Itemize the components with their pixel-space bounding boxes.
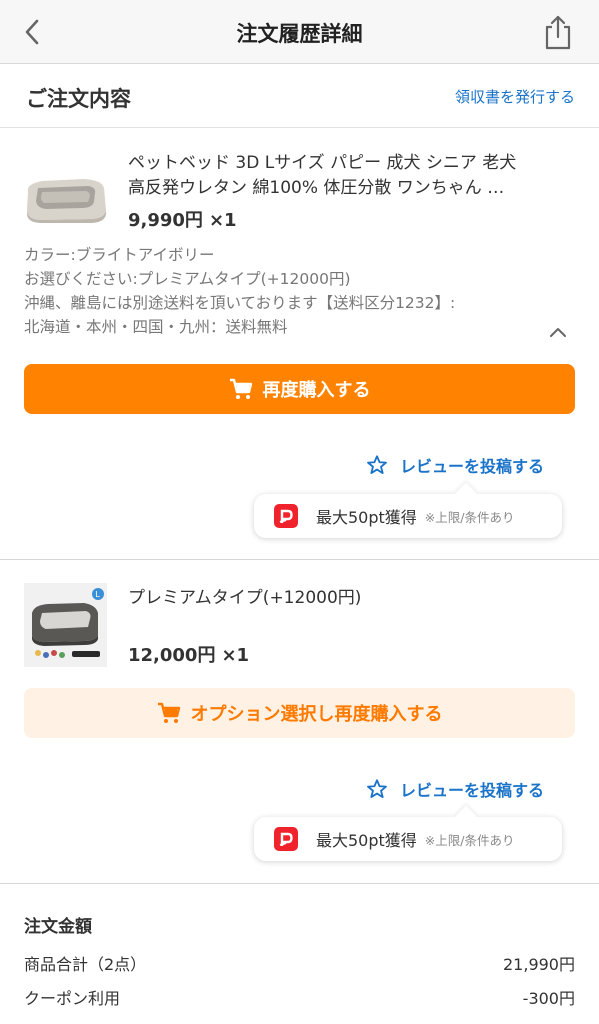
cart-icon bbox=[157, 702, 180, 723]
post-review-link[interactable]: レビューを投稿する bbox=[366, 777, 566, 801]
summary-label: クーポン利用 bbox=[24, 989, 121, 1008]
points-bubble: 最大50pt獲得 ※上限/条件あり bbox=[254, 805, 562, 861]
page-title: 注文履歴詳細 bbox=[236, 22, 363, 46]
post-review-link[interactable]: レビューを投稿する bbox=[366, 453, 566, 477]
points-icon bbox=[274, 504, 298, 528]
summary-value: 21,990円 bbox=[503, 955, 575, 974]
top-bar: 注文履歴詳細 bbox=[0, 0, 599, 64]
summary-label: 商品合計（2点） bbox=[24, 955, 147, 974]
order-section-header: ご注文内容 領収書を発行する bbox=[0, 64, 599, 128]
summary-value: -300円 bbox=[522, 989, 575, 1008]
svg-text:L: L bbox=[96, 590, 101, 599]
option-rebuy-button[interactable]: オプション選択し再度購入する bbox=[24, 688, 575, 738]
summary-row-coupon: クーポン利用 -300円 bbox=[24, 985, 575, 1009]
cart-icon bbox=[229, 378, 252, 399]
post-review-label: レビューを投稿する bbox=[400, 457, 545, 476]
share-button[interactable] bbox=[541, 14, 575, 50]
section-title: ご注文内容 bbox=[26, 87, 131, 111]
item-1-options: カラー:ブライトアイボリー お選びください:プレミアムタイプ(+12000円) … bbox=[24, 243, 544, 339]
item-2-price: 12,000円 bbox=[128, 645, 216, 666]
star-icon bbox=[367, 455, 387, 474]
star-icon bbox=[367, 779, 387, 798]
item-2-title[interactable]: プレミアムタイプ(+12000円) bbox=[128, 583, 361, 608]
share-icon bbox=[545, 15, 571, 50]
points-amount: 最大50pt獲得 bbox=[316, 831, 417, 850]
item-divider bbox=[0, 559, 599, 560]
option-line: 沖縄、離島には別途送料を頂いております【送料区分1232】: bbox=[24, 294, 456, 312]
item-1-image[interactable] bbox=[22, 170, 108, 224]
points-amount: 最大50pt獲得 bbox=[316, 508, 417, 527]
item-2-quantity: ×1 bbox=[221, 645, 250, 666]
item-1-title-line-2: 高反発ウレタン 綿100% 体圧分散 ワンちゃん … bbox=[128, 178, 505, 198]
option-rebuy-label: オプション選択し再度購入する bbox=[190, 704, 443, 725]
option-line: 北海道・本州・四国・九州：送料無料 bbox=[24, 318, 288, 336]
item-1-price: 9,990円 bbox=[128, 210, 203, 231]
rebuy-button-label: 再度購入する bbox=[262, 380, 371, 401]
item-1-title-line-1: ペットベッド 3D Lサイズ パピー 成犬 シニア 老犬 bbox=[128, 153, 517, 173]
item-1-price-row: 9,990円 ×1 bbox=[128, 206, 237, 232]
post-review-label: レビューを投稿する bbox=[400, 781, 545, 800]
item-1-quantity: ×1 bbox=[208, 210, 237, 231]
points-note: ※上限/条件あり bbox=[424, 509, 515, 525]
points-note: ※上限/条件あり bbox=[424, 832, 515, 848]
item-2-image[interactable]: L bbox=[24, 583, 107, 667]
summary-divider bbox=[0, 883, 599, 884]
chevron-up-icon[interactable] bbox=[546, 320, 570, 344]
item-1-title[interactable]: ペットベッド 3D Lサイズ パピー 成犬 シニア 老犬 高反発ウレタン 綿10… bbox=[128, 151, 578, 201]
summary-row-subtotal: 商品合計（2点） 21,990円 bbox=[24, 951, 575, 975]
option-line: カラー:ブライトアイボリー bbox=[24, 246, 215, 264]
issue-receipt-link[interactable]: 領収書を発行する bbox=[455, 86, 575, 107]
option-line: お選びください:プレミアムタイプ(+12000円) bbox=[24, 270, 351, 288]
points-icon bbox=[274, 827, 298, 851]
bubble-arrow bbox=[454, 805, 478, 829]
bubble-arrow bbox=[454, 482, 478, 506]
item-2-price-row: 12,000円 ×1 bbox=[128, 641, 249, 667]
points-bubble: 最大50pt獲得 ※上限/条件あり bbox=[254, 482, 562, 538]
rebuy-button[interactable]: 再度購入する bbox=[24, 364, 575, 414]
order-total-title: 注文金額 bbox=[24, 917, 92, 937]
